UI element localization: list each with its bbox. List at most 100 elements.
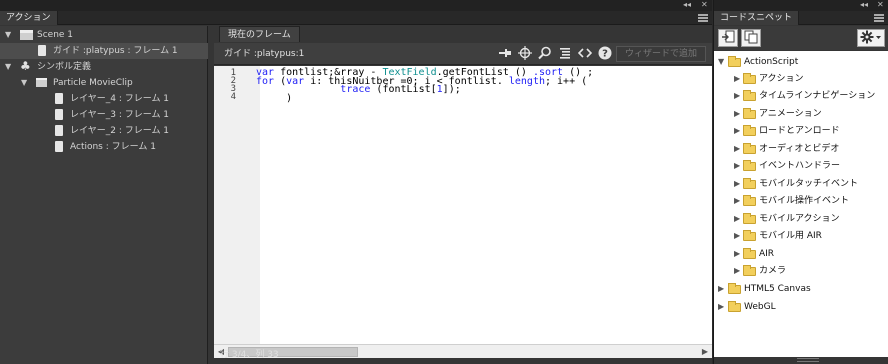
tree-folder-actions[interactable]: ▶ アクション	[714, 71, 888, 87]
folder-label: オーディオとビデオ	[759, 144, 840, 154]
tree-item-symbol-definitions[interactable]: ▼ ♣ シンボル定義	[0, 59, 208, 75]
folder-label: モバイルタッチイベント	[759, 179, 859, 189]
folder-label: モバイル用 AIR	[759, 231, 822, 241]
tree-item-guide-frame[interactable]: ガイド :platypus : フレーム 1	[0, 43, 208, 59]
document-icon	[55, 109, 63, 120]
tree-item-label: ガイド :platypus : フレーム 1	[53, 46, 178, 56]
folder-icon	[743, 248, 756, 259]
tree-folder-mobile-actions[interactable]: ▶ モバイルアクション	[714, 211, 888, 227]
format-code-icon[interactable]	[557, 46, 573, 62]
code-token: length	[508, 76, 545, 87]
folder-label: WebGL	[744, 302, 776, 312]
folder-icon	[728, 56, 741, 67]
tree-item-label: レイヤー_2 : フレーム 1	[70, 126, 170, 136]
folder-label: モバイルアクション	[759, 214, 840, 224]
document-icon	[55, 141, 63, 152]
script-navigator: ▼ Scene 1 ガイド :platypus : フレーム 1 ▼ ♣ シンボ…	[0, 26, 208, 364]
tree-folder-mobile-touch[interactable]: ▶ モバイルタッチイベント	[714, 176, 888, 192]
tree-folder-air[interactable]: ▶ AIR	[714, 246, 888, 262]
expand-arrow-icon[interactable]: ▶	[734, 176, 740, 192]
tab-current-frame[interactable]: 現在のフレーム	[219, 26, 300, 42]
tree-item-label: Scene 1	[37, 30, 74, 40]
tab-actions[interactable]: アクション	[0, 11, 58, 25]
expand-arrow-icon[interactable]: ▶	[734, 158, 740, 174]
folder-label: HTML5 Canvas	[744, 284, 811, 294]
expand-arrow-icon[interactable]: ▶	[734, 71, 740, 87]
document-icon	[55, 93, 63, 104]
tree-folder-mobile-gesture[interactable]: ▶ モバイル操作イベント	[714, 193, 888, 209]
tree-item-actions-frame[interactable]: Actions : フレーム 1	[0, 139, 208, 155]
tab-code-snippets[interactable]: コードスニペット	[714, 11, 800, 25]
close-panel-icon[interactable]: ✕	[877, 0, 884, 10]
tree-folder-camera[interactable]: ▶ カメラ	[714, 263, 888, 279]
tree-folder-event-handlers[interactable]: ▶ イベントハンドラー	[714, 158, 888, 174]
tree-folder-animation[interactable]: ▶ アニメーション	[714, 106, 888, 122]
expand-arrow-icon[interactable]: ▼	[21, 75, 27, 91]
expand-arrow-icon[interactable]: ▶	[734, 88, 740, 104]
tree-folder-audio-video[interactable]: ▶ オーディオとビデオ	[714, 141, 888, 157]
folder-label: ロードとアンロード	[759, 126, 840, 136]
insert-code-icon[interactable]	[577, 46, 593, 62]
script-editor-area: 現在のフレーム ガイド :platypus:1 ? ウィザードで追加 1 2 3…	[209, 26, 712, 364]
expand-arrow-icon[interactable]: ▶	[734, 106, 740, 122]
insert-snippet-icon[interactable]	[718, 29, 738, 47]
copy-to-clipboard-icon[interactable]	[741, 29, 761, 47]
help-icon[interactable]: ?	[597, 46, 613, 62]
expand-arrow-icon[interactable]: ▶	[734, 123, 740, 139]
close-panel-icon[interactable]: ✕	[701, 0, 708, 10]
code-line-4: )	[256, 93, 293, 104]
tree-item-layer-2[interactable]: レイヤー_2 : フレーム 1	[0, 123, 208, 139]
code-editor[interactable]: 1 2 3 4 var fontlist;&rray - TextField.g…	[214, 66, 712, 344]
expand-arrow-icon[interactable]: ▶	[734, 211, 740, 227]
tree-folder-webgl[interactable]: ▶ WebGL	[714, 299, 888, 315]
horizontal-scrollbar[interactable]: ◀ ▶	[214, 344, 712, 358]
expand-arrow-icon[interactable]: ▼	[5, 27, 11, 43]
add-with-wizard-button[interactable]: ウィザードで追加	[615, 46, 706, 62]
pin-icon[interactable]	[497, 46, 513, 62]
cursor-position-status: 行 3/4、列 33	[220, 350, 279, 360]
collapse-panel-icon[interactable]: ◂◂	[860, 0, 868, 10]
folder-icon	[743, 125, 756, 136]
tree-item-scene-1[interactable]: ▼ Scene 1	[0, 27, 208, 43]
search-icon[interactable]	[537, 46, 553, 62]
tree-item-layer-3[interactable]: レイヤー_3 : フレーム 1	[0, 107, 208, 123]
expand-arrow-icon[interactable]: ▶	[734, 193, 740, 209]
panel-menu-icon[interactable]	[698, 14, 708, 22]
panel-resize-grip[interactable]	[797, 358, 819, 362]
folder-label: アニメーション	[759, 109, 822, 119]
tree-folder-html5-canvas[interactable]: ▶ HTML5 Canvas	[714, 281, 888, 297]
folder-label: AIR	[759, 249, 775, 259]
expand-arrow-icon[interactable]: ▶	[734, 141, 740, 157]
expand-arrow-icon[interactable]: ▶	[734, 263, 740, 279]
expand-arrow-icon[interactable]: ▶	[734, 246, 740, 262]
gear-icon[interactable]	[857, 29, 885, 47]
panel-menu-icon[interactable]	[874, 14, 884, 22]
tree-folder-air-for-mobile[interactable]: ▶ モバイル用 AIR	[714, 228, 888, 244]
svg-text:?: ?	[602, 49, 608, 60]
folder-icon	[743, 73, 756, 84]
snippets-titlebar: ◂◂ ✕	[714, 0, 888, 11]
tree-folder-timeline-navigation[interactable]: ▶ タイムラインナビゲーション	[714, 88, 888, 104]
folder-icon	[743, 195, 756, 206]
scroll-right-icon[interactable]: ▶	[699, 346, 711, 358]
script-target-label: ガイド :platypus:1	[224, 49, 305, 59]
target-icon[interactable]	[517, 46, 533, 62]
tree-folder-actionscript[interactable]: ▼ ActionScript	[714, 54, 888, 70]
expand-arrow-icon[interactable]: ▼	[718, 54, 724, 70]
tree-item-layer-4[interactable]: レイヤー_4 : フレーム 1	[0, 91, 208, 107]
flash-ide: ◂◂ ✕ アクション ▼ Scene 1 ガイド :platypus : フレー…	[0, 0, 888, 364]
expand-arrow-icon[interactable]: ▶	[718, 281, 724, 297]
actions-panel: ◂◂ ✕ アクション ▼ Scene 1 ガイド :platypus : フレー…	[0, 0, 712, 364]
snippets-tab-row: コードスニペット	[714, 11, 888, 25]
expand-arrow-icon[interactable]: ▶	[734, 228, 740, 244]
expand-arrow-icon[interactable]: ▼	[5, 59, 11, 75]
tree-item-particle-movieclip[interactable]: ▼ Particle MovieClip	[0, 75, 208, 91]
folder-label: アクション	[759, 74, 804, 84]
panel-titlebar: ◂◂ ✕	[0, 0, 712, 11]
tree-folder-load-unload[interactable]: ▶ ロードとアンロード	[714, 123, 888, 139]
folder-icon	[743, 213, 756, 224]
collapse-panel-icon[interactable]: ◂◂	[683, 0, 691, 10]
folder-label: タイムラインナビゲーション	[759, 91, 876, 101]
expand-arrow-icon[interactable]: ▶	[718, 299, 724, 315]
folder-icon	[743, 90, 756, 101]
